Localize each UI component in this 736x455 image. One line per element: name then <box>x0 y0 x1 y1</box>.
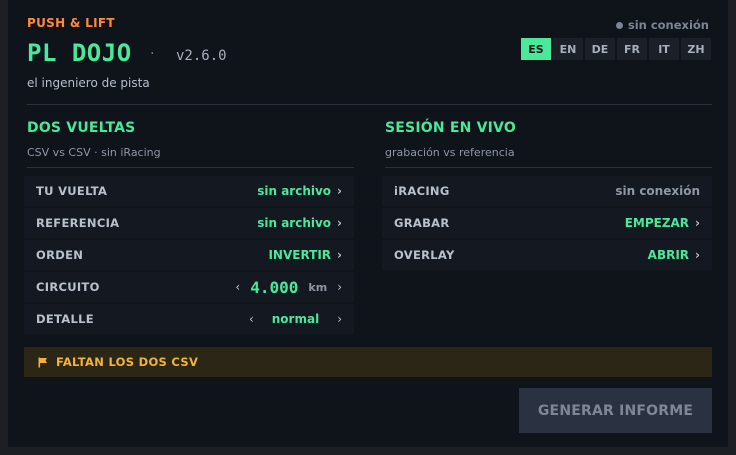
reference-label: REFERENCIA <box>36 216 120 230</box>
invert-order-button[interactable]: INVERTIR › <box>268 248 342 262</box>
circuit-increment-icon[interactable]: › <box>337 280 342 294</box>
iracing-label: iRACING <box>394 184 450 198</box>
lang-it-button[interactable]: IT <box>649 38 679 60</box>
live-session-subtitle: grabación vs referencia <box>385 146 515 159</box>
record-label: GRABAR <box>394 216 450 230</box>
your-lap-file-button[interactable]: sin archivo › <box>257 184 342 198</box>
your-lap-row[interactable]: TU VUELTA sin archivo › <box>24 176 354 206</box>
detail-label: DETALLE <box>36 312 94 326</box>
brand-label: PUSH & LIFT <box>27 16 115 30</box>
live-session-divider <box>385 167 712 168</box>
detail-decrement-icon[interactable]: ‹ <box>249 312 254 326</box>
generate-report-button[interactable]: GENERAR INFORME <box>519 388 712 433</box>
version-label: v2.6.0 <box>176 48 227 64</box>
live-session-section: SESIÓN EN VIVO grabación vs referencia <box>385 120 712 168</box>
order-row[interactable]: ORDEN INVERTIR › <box>24 240 354 270</box>
circuit-decrement-icon[interactable]: ‹ <box>235 280 240 294</box>
app-subtitle: el ingeniero de pista <box>27 76 150 90</box>
app-title: PL DOJO <box>27 39 132 67</box>
reference-file-button[interactable]: sin archivo › <box>257 216 342 230</box>
language-selector: ES EN DE FR IT ZH <box>521 38 711 60</box>
detail-value: normal <box>271 312 320 326</box>
record-row[interactable]: GRABAR EMPEZAR › <box>382 208 712 238</box>
warning-text: FALTAN LOS DOS CSV <box>56 355 199 369</box>
circuit-length-value: 4.000 <box>250 277 299 297</box>
iracing-status: sin conexión <box>615 184 700 198</box>
order-value: INVERTIR <box>268 248 332 262</box>
two-laps-rows: TU VUELTA sin archivo › REFERENCIA sin a… <box>24 176 354 336</box>
status-dot-icon <box>615 21 623 29</box>
circuit-length-unit: km <box>308 280 328 294</box>
header-divider <box>27 104 712 105</box>
two-laps-title: DOS VUELTAS <box>27 120 136 136</box>
detail-stepper[interactable]: ‹ normal › <box>249 312 342 326</box>
detail-row: DETALLE ‹ normal › <box>24 304 354 334</box>
overlay-value: ABRIR <box>647 248 690 262</box>
missing-csv-warning: FALTAN LOS DOS CSV <box>24 347 712 377</box>
reference-value: sin archivo <box>257 216 332 230</box>
iracing-row: iRACING sin conexión <box>382 176 712 206</box>
chevron-right-icon: › <box>337 248 342 262</box>
lang-zh-button[interactable]: ZH <box>681 38 711 60</box>
chevron-right-icon: › <box>695 216 700 230</box>
detail-increment-icon[interactable]: › <box>337 312 342 326</box>
your-lap-value: sin archivo <box>257 184 332 198</box>
overlay-row[interactable]: OVERLAY ABRIR › <box>382 240 712 270</box>
lang-de-button[interactable]: DE <box>585 38 615 60</box>
connection-status-label: sin conexión <box>627 18 709 32</box>
circuit-label: CIRCUITO <box>36 280 100 294</box>
flag-icon <box>38 357 47 367</box>
two-laps-divider <box>27 167 354 168</box>
lang-en-button[interactable]: EN <box>553 38 583 60</box>
chevron-right-icon: › <box>695 248 700 262</box>
your-lap-label: TU VUELTA <box>36 184 108 198</box>
two-laps-subtitle: CSV vs CSV · sin iRacing <box>27 146 161 159</box>
chevron-right-icon: › <box>337 216 342 230</box>
app-window: PUSH & LIFT PL DOJO · v2.6.0 el ingenier… <box>8 0 728 447</box>
chevron-right-icon: › <box>337 184 342 198</box>
circuit-row: CIRCUITO ‹ 4.000 km › <box>24 272 354 302</box>
order-label: ORDEN <box>36 248 84 262</box>
start-record-button[interactable]: EMPEZAR › <box>625 216 700 230</box>
circuit-length-stepper[interactable]: ‹ 4.000 km › <box>235 278 342 297</box>
live-session-title: SESIÓN EN VIVO <box>385 120 516 136</box>
lang-fr-button[interactable]: FR <box>617 38 647 60</box>
open-overlay-button[interactable]: ABRIR › <box>648 248 700 262</box>
two-laps-section: DOS VUELTAS CSV vs CSV · sin iRacing <box>27 120 354 168</box>
lang-es-button[interactable]: ES <box>521 38 551 60</box>
record-value: EMPEZAR <box>624 216 690 230</box>
reference-row[interactable]: REFERENCIA sin archivo › <box>24 208 354 238</box>
live-session-rows: iRACING sin conexión GRABAR EMPEZAR › OV… <box>382 176 712 272</box>
connection-status: sin conexión <box>615 18 709 32</box>
overlay-label: OVERLAY <box>394 248 455 262</box>
title-separator: · <box>150 46 155 62</box>
